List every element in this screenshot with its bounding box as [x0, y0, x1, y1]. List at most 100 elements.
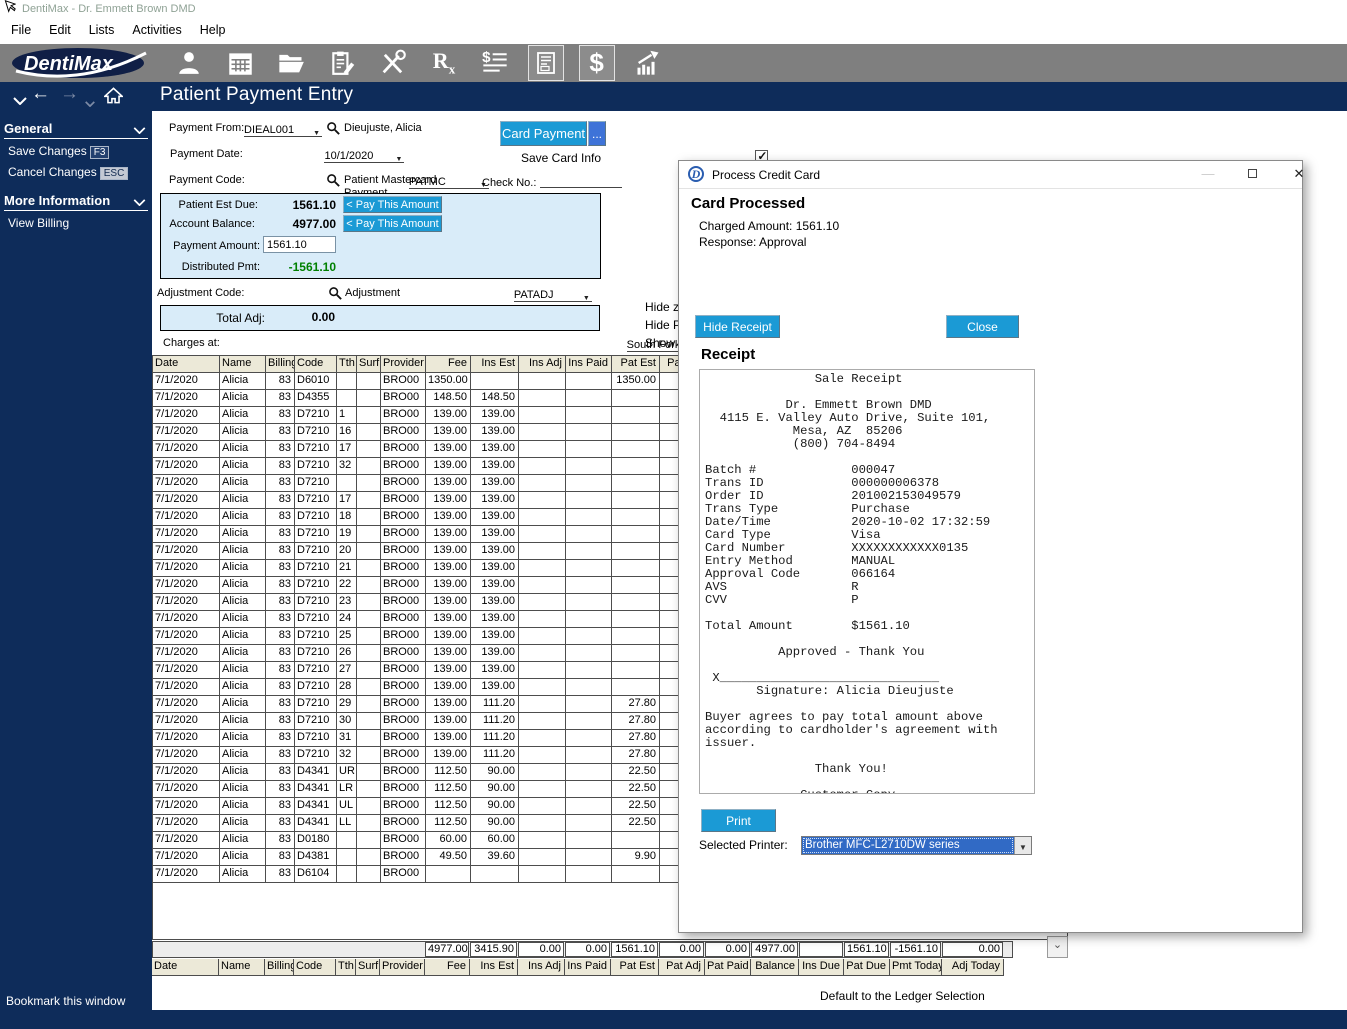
account-balance-value: 4977.00 [265, 217, 336, 231]
grid-cell: Alicia [220, 645, 266, 662]
statement-document-icon[interactable] [528, 45, 564, 81]
payment-dollar-icon[interactable]: $ [579, 45, 615, 81]
grid-cell [566, 764, 612, 781]
grid-cell [471, 866, 519, 883]
grid-cell: 83 [266, 458, 295, 475]
grid-cell: D7210 [295, 526, 337, 543]
menu-lists[interactable]: Lists [80, 17, 124, 44]
card-payment-button[interactable]: Card Payment [500, 121, 587, 146]
grid-cell [612, 628, 660, 645]
grid-cell: 7/1/2020 [153, 866, 220, 883]
menu-help[interactable]: Help [191, 17, 235, 44]
close-button[interactable]: Close [946, 315, 1019, 338]
clipboard-notes-icon[interactable] [324, 45, 360, 81]
maximize-icon[interactable] [1239, 163, 1265, 185]
receipt-heading: Receipt [701, 346, 755, 363]
grid-cell [357, 492, 381, 509]
back-arrow-icon[interactable]: ← [31, 84, 50, 104]
grid-cell [357, 373, 381, 390]
chevron-down-small-icon[interactable] [85, 92, 95, 112]
documents-folder-icon[interactable] [273, 45, 309, 81]
search-icon[interactable] [326, 121, 340, 140]
bookmark-this-window[interactable]: Bookmark this window [6, 994, 125, 1008]
grid-cell [337, 866, 357, 883]
totals-cell: 4977.00 [751, 942, 798, 957]
grid-cell [519, 866, 566, 883]
schedule-calendar-icon[interactable] [222, 45, 258, 81]
grid-header-cell: Ins Due [799, 959, 844, 976]
scrollbar-down-arrow[interactable] [1047, 936, 1068, 958]
receipt-text: Sale Receipt Dr. Emmett Brown DMD 4115 E… [705, 373, 1029, 794]
card-payment-more-button[interactable]: ... [588, 121, 606, 146]
menu-file[interactable]: File [2, 17, 40, 44]
grid-cell [357, 611, 381, 628]
menu-edit[interactable]: Edit [40, 17, 80, 44]
minimize-icon[interactable]: — [1195, 163, 1221, 185]
grid-cell: 16 [337, 424, 357, 441]
grid-cell: 139.00 [471, 509, 519, 526]
grid-cell [519, 373, 566, 390]
grid-cell [337, 832, 357, 849]
sidebar-section-general[interactable]: General [4, 121, 148, 139]
chevron-down-icon[interactable] [13, 90, 27, 110]
menu-activities[interactable]: Activities [123, 17, 190, 44]
grid-cell: 7/1/2020 [153, 764, 220, 781]
payment-from-dropdown[interactable]: DIEAL001 [244, 124, 322, 137]
grid-header-cell: Pat Due [844, 959, 890, 976]
hide-receipt-button[interactable]: Hide Receipt [695, 315, 780, 338]
search-icon[interactable] [326, 173, 340, 192]
forward-arrow-icon[interactable]: → [60, 84, 79, 104]
grid-cell: 7/1/2020 [153, 458, 220, 475]
grid-cell: 139.00 [426, 441, 471, 458]
adjustment-code-dropdown[interactable]: PATADJ [514, 289, 592, 302]
charged-amount-label: Charged Amount: [699, 219, 792, 233]
grid-cell [566, 560, 612, 577]
grid-cell: 112.50 [426, 798, 471, 815]
dropdown-arrow-icon[interactable] [1014, 837, 1031, 854]
patient-est-due-label: Patient Est Due: [113, 199, 258, 211]
home-icon[interactable] [104, 87, 123, 109]
prescription-rx-icon[interactable]: Rx [426, 45, 462, 81]
charged-amount-value: 1561.10 [796, 219, 839, 233]
dialog-title-bar[interactable]: D Process Credit Card — ✕ [679, 161, 1302, 189]
grid-cell: 22.50 [612, 798, 660, 815]
account-balance-label: Account Balance: [110, 218, 255, 230]
grid-cell: 83 [266, 628, 295, 645]
grid-cell: Alicia [220, 407, 266, 424]
svg-text:$: $ [589, 50, 604, 76]
sidebar-item-save-changes[interactable]: Save ChangesF3 [0, 141, 152, 162]
grid-cell: 7/1/2020 [153, 713, 220, 730]
receipt-box: Sale Receipt Dr. Emmett Brown DMD 4115 E… [699, 369, 1035, 794]
grid-cell: 22.50 [612, 781, 660, 798]
grid-cell [357, 475, 381, 492]
reports-chart-icon[interactable] [630, 45, 666, 81]
search-icon[interactable] [328, 286, 342, 305]
exam-tools-icon[interactable] [375, 45, 411, 81]
totals-cell: 0.00 [942, 942, 1003, 957]
grid-cell: 83 [266, 390, 295, 407]
grid-cell [519, 713, 566, 730]
billing-ledger-icon[interactable]: $ [477, 45, 513, 81]
grid-cell: 139.00 [471, 662, 519, 679]
check-no-input[interactable] [540, 174, 622, 188]
pay-account-balance-button[interactable]: < Pay This Amount [343, 215, 442, 232]
sidebar-item-cancel-changes[interactable]: Cancel ChangesESC [0, 162, 152, 183]
printer-select[interactable]: Brother MFC-L2710DW series [801, 836, 1032, 855]
patient-icon[interactable] [171, 45, 207, 81]
dentimax-logo: DentiMax [8, 45, 156, 81]
grid-cell: 139.00 [471, 628, 519, 645]
print-button[interactable]: Print [701, 809, 776, 832]
grid-cell: 83 [266, 645, 295, 662]
grid-cell [357, 509, 381, 526]
close-icon[interactable]: ✕ [1286, 163, 1312, 185]
grid-cell: BRO00 [381, 747, 426, 764]
grid-cell: BRO00 [381, 543, 426, 560]
payment-amount-input[interactable] [263, 236, 336, 253]
grid-cell: BRO00 [381, 713, 426, 730]
payment-date-dropdown[interactable]: 10/1/2020 [324, 150, 404, 163]
pay-patient-est-due-button[interactable]: < Pay This Amount [343, 196, 442, 213]
grid-cell: 7/1/2020 [153, 424, 220, 441]
grid-cell [337, 475, 357, 492]
grid-cell [612, 679, 660, 696]
grid-cell: 7/1/2020 [153, 594, 220, 611]
